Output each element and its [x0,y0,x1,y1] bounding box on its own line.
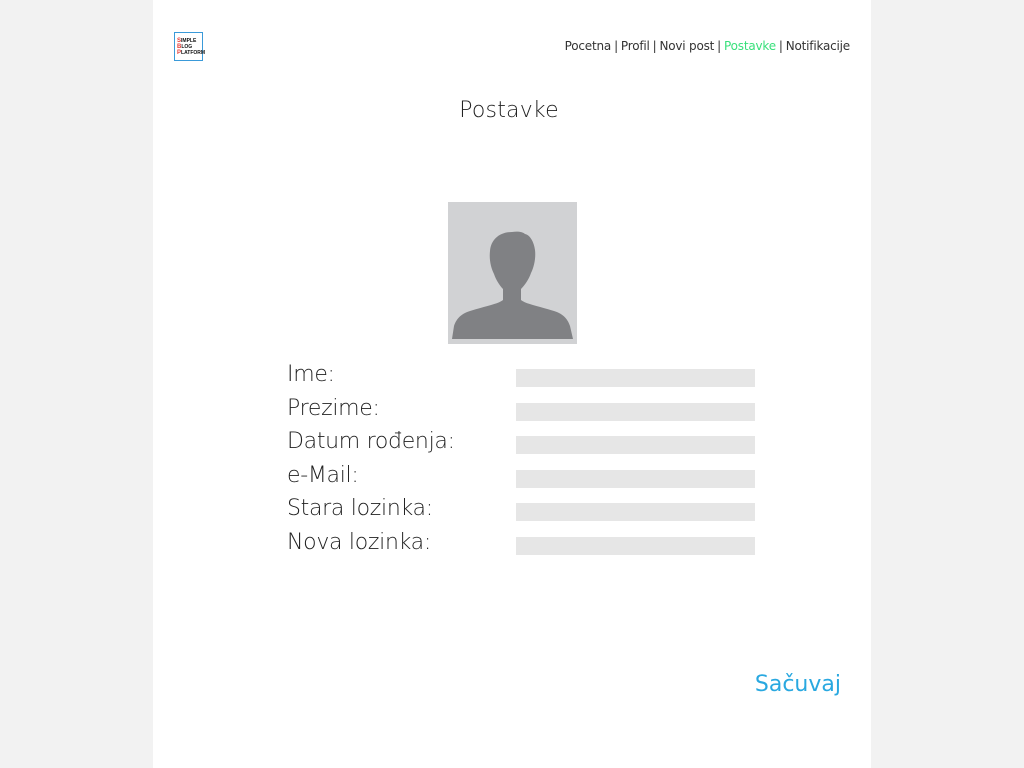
datum-rodjenja-label: Datum rođenja: [287,429,455,454]
nav-separator: | [614,39,618,53]
form-row-ime: Ime: [287,362,757,396]
nav-item-novi-post[interactable]: Novi post [659,39,714,53]
prezime-input[interactable] [516,402,755,421]
nova-lozinka-input[interactable] [516,536,755,555]
nav-item-notifikacije[interactable]: Notifikacije [786,39,850,53]
nav-separator: | [778,39,783,53]
datum-rodjenja-input[interactable] [516,436,755,454]
nav-item-postavke[interactable]: Postavke [724,39,776,53]
settings-form: Ime: Prezime: Datum rođenja: e-Mail: Sta… [287,362,757,563]
email-label: e-Mail: [287,462,359,488]
form-row-datum-rodjenja: Datum rođenja: [287,429,757,463]
nav-separator: | [717,39,722,53]
form-row-prezime: Prezime: [287,396,757,430]
nav-item-profil[interactable]: Profil [621,39,650,53]
email-input[interactable] [516,469,755,488]
form-row-nova-lozinka: Nova lozinka: [287,530,757,564]
profile-avatar[interactable] [448,202,577,344]
ime-label: Ime: [287,362,335,387]
page-container: SIMPLE BLOG PLATFORM Pocetna | Profil | Novi… [153,0,871,768]
stara-lozinka-input[interactable] [516,503,755,521]
top-nav: Pocetna | Profil | Novi post | Postavke | Notifi… [565,39,851,53]
prezime-label: Prezime: [287,395,380,421]
form-row-stara-lozinka: Stara lozinka: [287,496,757,530]
form-row-email: e-Mail: [287,463,757,497]
page-title: Postavke [459,98,559,123]
save-button[interactable]: Sačuvaj [755,672,841,697]
ime-input[interactable] [516,369,755,387]
nav-item-pocetna[interactable]: Pocetna [565,39,612,53]
nova-lozinka-label: Nova lozinka: [287,529,431,555]
user-silhouette-icon [452,231,573,339]
app-logo[interactable]: SIMPLE BLOG PLATFORM [174,32,206,61]
nav-separator: | [652,39,657,53]
logo-line-3: PLATFORM [177,50,206,56]
stara-lozinka-label: Stara lozinka: [287,496,433,521]
